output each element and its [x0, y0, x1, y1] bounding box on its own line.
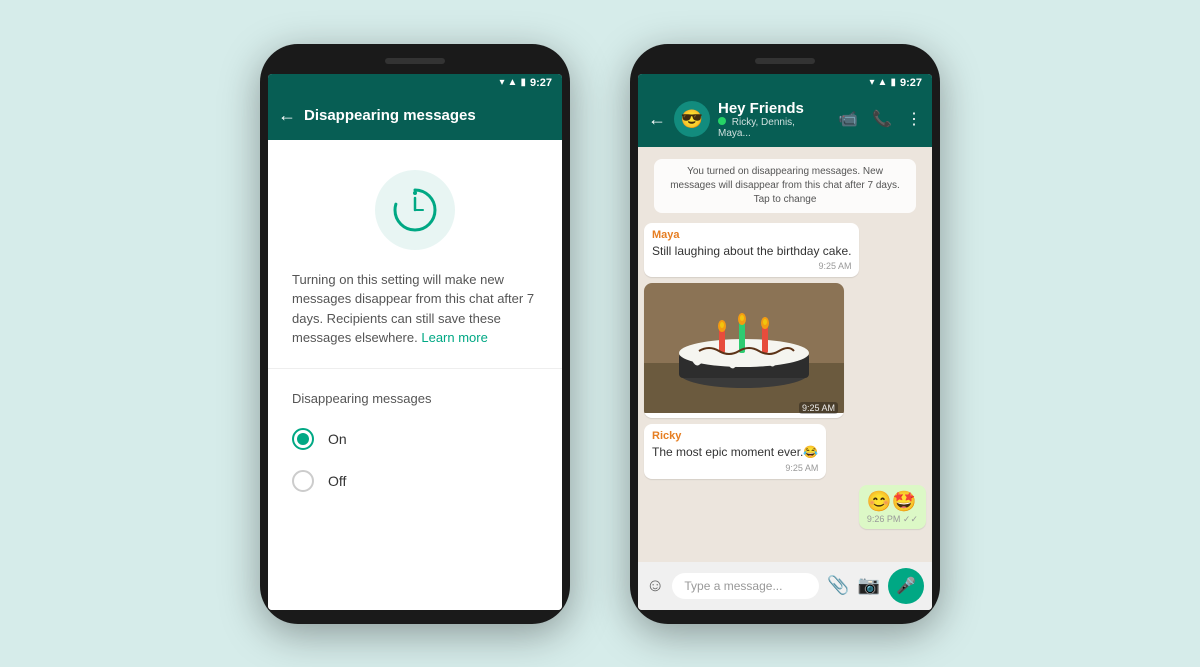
video-call-icon[interactable]: 📹 [838, 109, 858, 129]
phone-1-speaker [385, 58, 445, 64]
ricky-text-bubble: Ricky The most epic moment ever.😂 9:25 A… [644, 424, 826, 479]
phone-2: ▾ ▲ ▮ 9:27 ← 😎 Hey Friends Ricky, Dennis… [630, 44, 940, 624]
maya-message-text: Still laughing about the birthday cake. [652, 243, 851, 260]
section-label: Disappearing messages [268, 381, 562, 418]
timer-icon-area [268, 140, 562, 270]
cake-image [644, 283, 844, 413]
phone-1-header: ← Disappearing messages [268, 92, 562, 140]
chat-back-button[interactable]: ← [648, 109, 666, 130]
radio-off-button[interactable] [292, 470, 314, 492]
phone-call-icon[interactable]: 📞 [872, 109, 892, 129]
system-message[interactable]: You turned on disappearing messages. New… [654, 159, 916, 213]
header-title-area: Disappearing messages [304, 107, 552, 124]
status-time-2: 9:27 [900, 77, 922, 89]
group-name: Hey Friends [718, 100, 830, 117]
setting-description: Turning on this setting will make new me… [268, 270, 562, 368]
online-indicator [718, 117, 726, 125]
cake-image-bubble[interactable]: 9:25 AM [644, 283, 844, 418]
maya-sender-name: Maya [652, 229, 851, 241]
disappearing-settings-screen: Turning on this setting will make new me… [268, 140, 562, 610]
phone-2-speaker [755, 58, 815, 64]
signal-icon-2: ▲ [878, 77, 888, 88]
maya-text-bubble: Maya Still laughing about the birthday c… [644, 223, 859, 278]
message-input[interactable]: Type a message... [672, 573, 819, 599]
option-off[interactable]: Off [268, 460, 562, 502]
radio-on-button[interactable] [292, 428, 314, 450]
ricky-sender-name: Ricky [652, 430, 818, 442]
emoji-content: 😊🤩 [867, 489, 918, 514]
option-on[interactable]: On [268, 418, 562, 460]
back-button[interactable]: ← [278, 105, 296, 126]
mic-button[interactable]: 🎤 [888, 568, 924, 604]
description-text: Turning on this setting will make new me… [292, 272, 534, 346]
chat-header: ← 😎 Hey Friends Ricky, Dennis, Maya... 📹… [638, 92, 932, 147]
status-icons-2: ▾ ▲ ▮ [870, 77, 896, 88]
divider [268, 368, 562, 369]
cake-image-time: 9:25 AM [799, 402, 838, 414]
group-info[interactable]: Hey Friends Ricky, Dennis, Maya... [718, 100, 830, 139]
input-placeholder: Type a message... [684, 579, 782, 593]
radio-off-label: Off [328, 473, 346, 489]
chat-input-bar: ☺ Type a message... 📎 📷 🎤 [638, 562, 932, 610]
signal-icon: ▲ [508, 77, 518, 88]
attach-icon[interactable]: 📎 [827, 575, 849, 596]
radio-on-label: On [328, 431, 347, 447]
phone-1-screen: ▾ ▲ ▮ 9:27 ← Disappearing messages [268, 74, 562, 610]
phone-2-screen: ▾ ▲ ▮ 9:27 ← 😎 Hey Friends Ricky, Dennis… [638, 74, 932, 610]
phone-2-status-bar: ▾ ▲ ▮ 9:27 [638, 74, 932, 92]
status-icons: ▾ ▲ ▮ [500, 77, 526, 88]
group-avatar: 😎 [674, 101, 710, 137]
learn-more-link[interactable]: Learn more [421, 330, 487, 345]
group-members: Ricky, Dennis, Maya... [718, 117, 830, 139]
maya-message-time: 9:25 AM [652, 261, 851, 271]
chat-header-icons: 📹 📞 ⋮ [838, 109, 922, 129]
timer-circle [375, 170, 455, 250]
system-message-text: You turned on disappearing messages. New… [670, 166, 900, 205]
camera-icon[interactable]: 📷 [858, 575, 880, 596]
group-subtitle: Ricky, Dennis, Maya... [718, 117, 795, 139]
timer-icon [390, 185, 440, 235]
ricky-message-text: The most epic moment ever.😂 [652, 444, 818, 461]
emoji-input-icon[interactable]: ☺ [646, 575, 664, 596]
battery-icon: ▮ [520, 77, 526, 88]
disappearing-messages-title: Disappearing messages [304, 107, 552, 124]
radio-on-indicator [297, 433, 309, 445]
battery-icon-2: ▮ [890, 77, 896, 88]
emoji-time: 9:26 PM ✓✓ [867, 514, 918, 525]
emoji-own-bubble: 😊🤩 9:26 PM ✓✓ [859, 485, 926, 529]
phone-1: ▾ ▲ ▮ 9:27 ← Disappearing messages [260, 44, 570, 624]
group-avatar-emoji: 😎 [681, 109, 703, 130]
status-time: 9:27 [530, 77, 552, 89]
wifi-icon-2: ▾ [870, 77, 875, 88]
chat-messages-area: You turned on disappearing messages. New… [638, 147, 932, 562]
more-options-icon[interactable]: ⋮ [906, 109, 922, 129]
ricky-message-time: 9:25 AM [652, 463, 818, 473]
phone-1-status-bar: ▾ ▲ ▮ 9:27 [268, 74, 562, 92]
wifi-icon: ▾ [500, 77, 505, 88]
